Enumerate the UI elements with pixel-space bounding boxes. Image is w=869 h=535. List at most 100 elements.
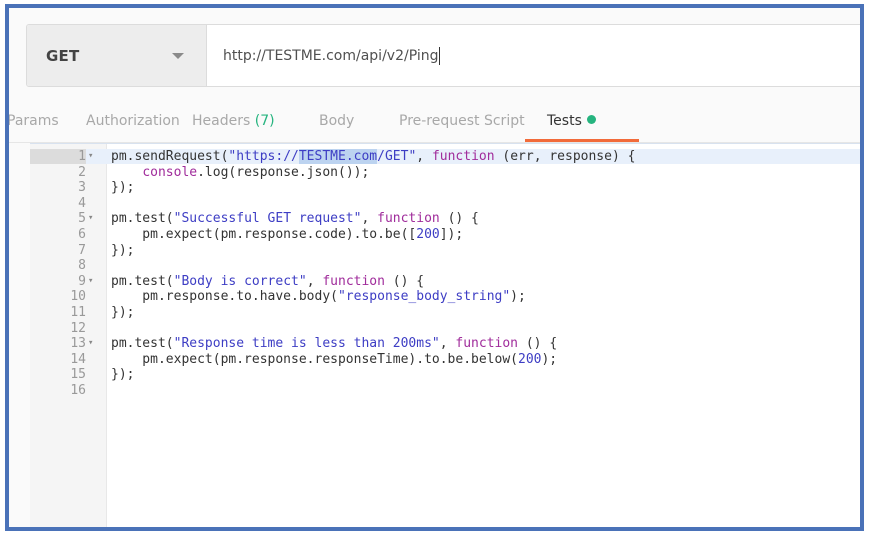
status-dot-icon [586,115,596,124]
text-cursor [439,46,441,65]
line-number: 9 [78,273,86,289]
tab-label: Body [319,113,355,129]
tab-label: Headers [192,113,251,129]
line-number: 12 [70,320,86,336]
line-number: 14 [70,351,86,367]
line-number: 2 [78,164,86,180]
tests-code-editor[interactable]: 1 ▾ pm.sendRequest("https://TESTME.com/GET… [30,143,860,527]
code-text: console.log(response.json()); [111,165,369,180]
code-token: ); [510,289,526,305]
code-text: pm.sendRequest("https://TESTME.com/GET",… [111,149,635,164]
code-token: }); [111,180,135,196]
code-token: ]); [439,227,464,242]
code-token: (err, response) { [494,149,636,164]
code-token: () { [439,211,479,227]
code-token-str: "https:// [228,149,299,164]
code-token-kw: function [322,273,385,289]
code-token-str: /GET" [377,149,417,164]
line-number: 3 [78,180,86,196]
fold-toggle-icon[interactable]: ▾ [88,211,100,226]
code-token-kw: function [455,336,519,352]
code-line[interactable]: 6 pm.expect(pm.response.code).to.be([200… [30,227,860,242]
chevron-down-icon [172,52,184,59]
code-token: pm.response.to.have.body( [111,289,338,305]
tab-body[interactable]: Body [319,113,354,129]
code-line[interactable]: 1 ▾ pm.sendRequest("https://TESTME.com/GET… [30,149,860,164]
line-number: 11 [70,305,86,320]
fold-toggle-icon[interactable]: ▾ [88,336,100,351]
fold-toggle-icon[interactable]: ▾ [88,274,100,289]
url-text: http://TESTME.com/api/v2/Ping [223,47,439,64]
selected-text: TESTME.com [298,149,378,164]
code-token: }); [111,242,135,258]
tab-label: Params [7,113,59,129]
url-input[interactable]: http://TESTME.com/api/v2/Ping [207,25,860,86]
code-text: pm.test("Response time is less than 200m… [111,336,557,351]
code-token-kw: function [377,211,440,227]
code-token: ); [541,351,558,367]
method-dropdown[interactable]: GET [27,25,207,86]
tab-pre-request-script[interactable]: Pre-request Script [399,113,525,129]
code-text: pm.test("Successful GET request", functi… [111,211,479,226]
code-line[interactable]: 11}); [30,305,860,320]
code-token-str: "response_body_string" [337,289,511,305]
code-line[interactable]: 13 ▾ pm.test("Response time is less than 2… [30,336,860,351]
tab-tests[interactable]: Tests [547,113,596,129]
code-text: }); [111,180,134,195]
code-text: pm.expect(pm.response.responseTime).to.b… [111,352,557,367]
tab-label: Pre-request Script [399,113,525,129]
code-token: , [306,273,323,289]
code-token: () { [518,336,558,352]
code-token: () { [384,273,425,289]
code-line[interactable]: 16 [30,383,860,398]
code-token-num: 200 [416,227,440,242]
code-text: pm.test("Body is correct", function () { [111,274,424,289]
code-line[interactable]: 3}); [30,180,860,196]
request-tabs: Params Authorization Headers (7) Body Pr… [9,98,860,143]
code-line[interactable]: 15}); [30,367,860,382]
code-token-str: "Body is correct" [173,273,307,289]
active-tab-underline [525,139,639,142]
code-token: }); [111,305,135,320]
fold-toggle-icon[interactable]: ▾ [88,149,100,164]
code-line[interactable]: 7}); [30,242,860,258]
code-token: pm.sendRequest( [111,149,229,164]
code-text: }); [111,367,134,382]
code-token: , [416,149,432,164]
code-line[interactable]: 10 pm.response.to.have.body("response_bo… [30,289,860,304]
line-number: 1 [30,149,86,164]
tab-authorization[interactable]: Authorization [86,113,180,129]
line-number: 16 [70,383,86,398]
code-token: , [439,336,456,352]
code-token: }); [111,367,135,383]
line-number: 7 [78,242,86,258]
code-text: pm.response.to.have.body("response_body_… [111,289,526,304]
screenshot-frame: GET http://TESTME.com/api/v2/Ping Params… [5,4,864,531]
tab-params[interactable]: Params [7,113,59,129]
line-number: 5 [78,211,86,227]
tab-headers[interactable]: Headers (7) [192,113,275,129]
code-line[interactable]: 9 ▾ pm.test("Body is correct", function ()… [30,273,860,289]
code-token: pm.test( [111,211,174,227]
code-line[interactable]: 14 pm.expect(pm.response.responseTime).t… [30,351,860,367]
tab-label: Tests [547,113,582,129]
code-token-kw: function [431,149,495,164]
request-bar: GET http://TESTME.com/api/v2/Ping [26,24,860,87]
line-number: 8 [78,258,86,274]
code-line[interactable]: 12 [30,320,860,336]
tab-label: Authorization [86,113,180,129]
line-number: 6 [78,227,86,242]
method-label: GET [46,46,80,65]
code-token: pm.test( [111,273,174,289]
line-number: 4 [78,195,86,211]
code-token: pm.test( [111,336,174,352]
code-line[interactable]: 5 ▾ pm.test("Successful GET request", func… [30,211,860,227]
code-token: pm.expect(pm.response.responseTime).to.b… [111,351,518,367]
code-token: , [361,211,378,227]
code-token-fn: console [142,164,198,180]
code-line[interactable]: 8 [30,258,860,274]
code-line[interactable]: 2 console.log(response.json()); [30,164,860,180]
code-line[interactable]: 4 [30,195,860,211]
code-text: pm.expect(pm.response.code).to.be([200])… [111,227,463,242]
